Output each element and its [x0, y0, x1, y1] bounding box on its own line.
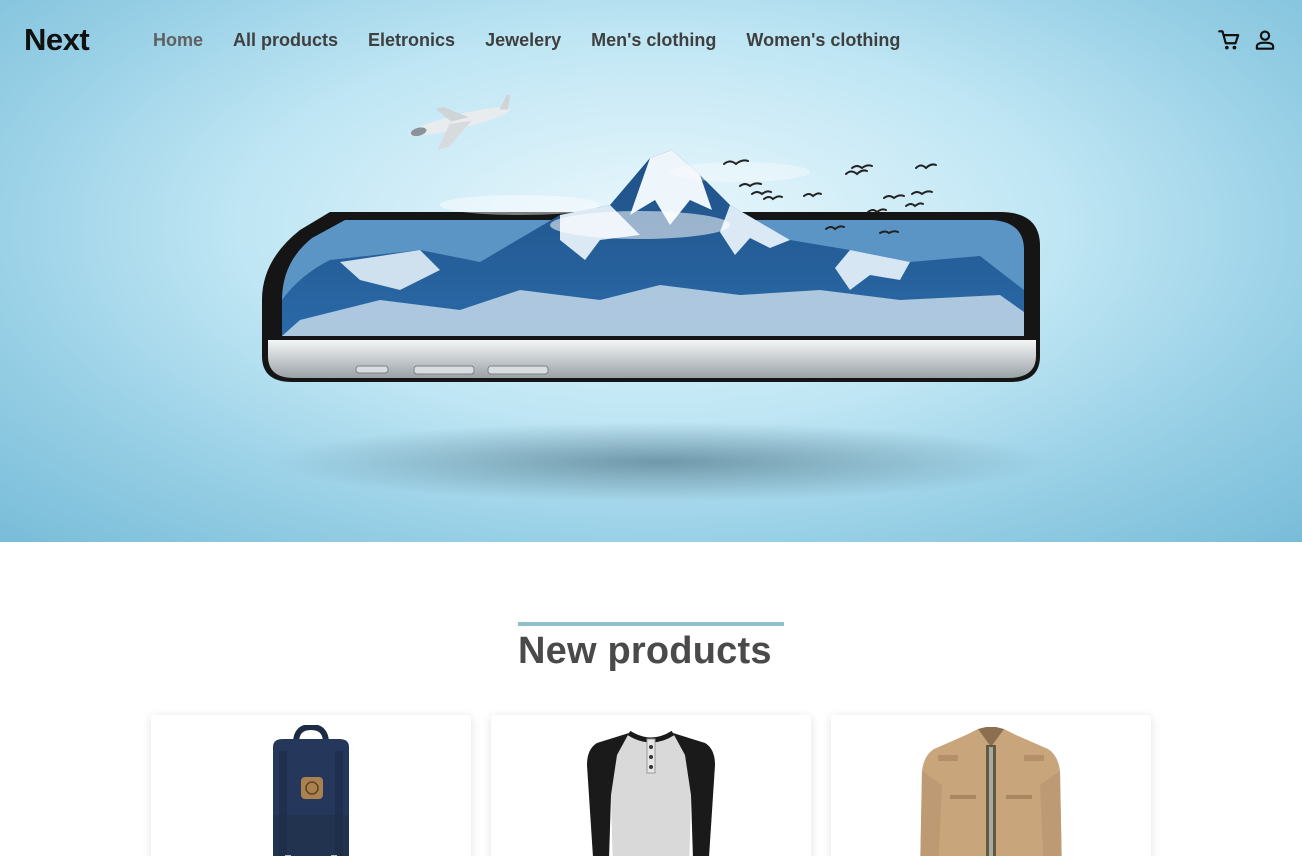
nav-item-mens-clothing[interactable]: Men's clothing: [591, 30, 716, 51]
product-card[interactable]: [151, 715, 471, 856]
navbar: Next Home All products Eletronics Jewele…: [0, 0, 1302, 82]
section-heading: New products: [518, 622, 784, 673]
title-accent-bar: [518, 622, 784, 626]
product-image-jacket: [920, 727, 1062, 856]
nav-item-womens-clothing[interactable]: Women's clothing: [746, 30, 900, 51]
product-image-backpack: [273, 725, 349, 856]
brand-logo[interactable]: Next: [24, 22, 90, 58]
nav-actions: [1216, 27, 1278, 53]
nav-item-eletronics[interactable]: Eletronics: [368, 30, 455, 51]
main-nav: Home All products Eletronics Jewelery Me…: [153, 30, 930, 51]
product-grid: [151, 715, 1151, 856]
user-icon[interactable]: [1252, 27, 1278, 53]
section-title: New products: [518, 630, 772, 672]
product-card[interactable]: [831, 715, 1151, 856]
nav-item-all-products[interactable]: All products: [233, 30, 338, 51]
product-image-raglan-shirt: [587, 730, 715, 856]
nav-item-jewelery[interactable]: Jewelery: [485, 30, 561, 51]
cart-icon[interactable]: [1216, 27, 1242, 53]
product-card[interactable]: [491, 715, 811, 856]
nav-item-home[interactable]: Home: [153, 30, 203, 51]
